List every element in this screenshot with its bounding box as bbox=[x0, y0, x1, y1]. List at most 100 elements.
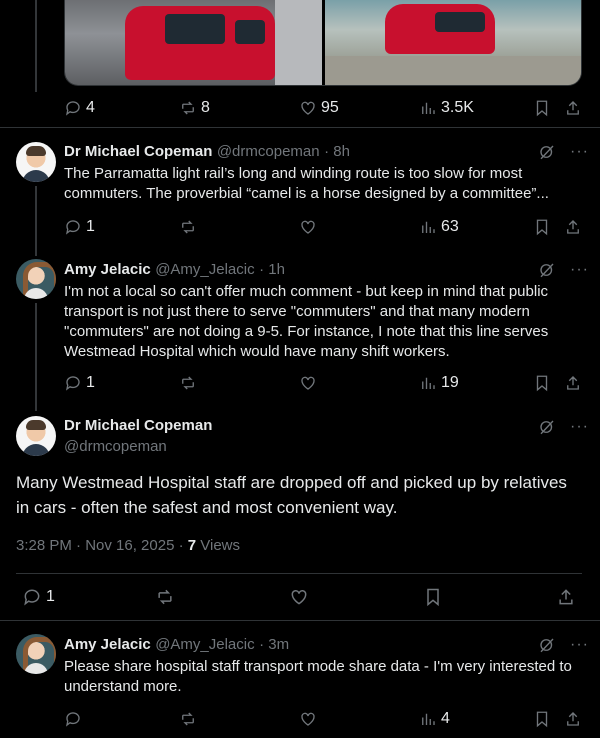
views-button[interactable]: 19 bbox=[419, 374, 459, 392]
thread-line bbox=[35, 186, 37, 256]
bookmark-button[interactable] bbox=[533, 99, 551, 117]
reply-button[interactable]: 1 bbox=[64, 218, 95, 236]
views-button[interactable]: 3.5K bbox=[419, 99, 474, 117]
share-button[interactable] bbox=[564, 218, 582, 236]
main-author-name: Dr Michael Copeman bbox=[64, 417, 212, 435]
like-button[interactable]: 95 bbox=[299, 99, 339, 117]
reply-button[interactable] bbox=[64, 710, 82, 728]
reply-icon bbox=[65, 220, 80, 235]
grok-icon[interactable] bbox=[538, 261, 556, 279]
reply2-header: Amy Jelacic @Amy_Jelacic · 1h bbox=[64, 261, 285, 279]
author-handle[interactable]: @drmcopeman bbox=[64, 438, 167, 455]
post-time[interactable]: · 1h bbox=[259, 261, 285, 278]
like-button[interactable] bbox=[289, 587, 309, 607]
more-options-icon[interactable]: ··· bbox=[570, 419, 589, 435]
avatar[interactable] bbox=[16, 634, 56, 674]
share-icon bbox=[567, 220, 579, 234]
reply-icon bbox=[24, 589, 40, 606]
reply1-header: Dr Michael Copeman @drmcopeman · 8h bbox=[64, 143, 350, 161]
thread-line bbox=[35, 0, 37, 92]
reply3-header: Amy Jelacic @Amy_Jelacic · 3m bbox=[64, 636, 289, 654]
repost-button[interactable]: 8 bbox=[179, 99, 210, 117]
reply-button[interactable]: 1 bbox=[64, 374, 95, 392]
share-button[interactable] bbox=[556, 587, 576, 607]
post-time[interactable]: · 8h bbox=[324, 143, 350, 160]
views-count: 7 bbox=[187, 537, 197, 554]
views-label: Views bbox=[196, 537, 241, 554]
share-button[interactable] bbox=[564, 99, 582, 117]
repost-button[interactable] bbox=[155, 587, 175, 607]
heart-icon bbox=[301, 376, 315, 390]
divider bbox=[0, 620, 600, 621]
heart-icon bbox=[301, 101, 315, 115]
bookmark-icon bbox=[536, 100, 548, 117]
author-name[interactable]: Dr Michael Copeman bbox=[64, 143, 212, 160]
avatar[interactable] bbox=[16, 259, 56, 299]
grok-icon[interactable] bbox=[538, 418, 556, 436]
post-time[interactable]: · 3m bbox=[259, 636, 289, 653]
tweet-media[interactable] bbox=[64, 0, 582, 86]
share-button[interactable] bbox=[564, 710, 582, 728]
reply-button[interactable]: 4 bbox=[64, 99, 95, 117]
grok-icon[interactable] bbox=[538, 636, 556, 654]
author-handle[interactable]: @Amy_Jelacic bbox=[155, 636, 254, 653]
reply-icon bbox=[65, 376, 80, 391]
author-name[interactable]: Amy Jelacic bbox=[64, 636, 151, 653]
author-handle[interactable]: @drmcopeman bbox=[217, 143, 320, 160]
repost-button[interactable] bbox=[179, 374, 197, 392]
main-post-text: Many Westmead Hospital staff are dropped… bbox=[16, 473, 567, 517]
post-meta: 3:28 PM · Nov 16, 2025 · 7 Views bbox=[16, 537, 240, 554]
reply-icon bbox=[65, 712, 80, 727]
share-icon bbox=[567, 101, 579, 115]
repost-button[interactable] bbox=[179, 710, 197, 728]
bookmark-icon bbox=[427, 588, 439, 607]
analytics-icon bbox=[422, 221, 435, 233]
post-timestamp[interactable]: 3:28 PM · Nov 16, 2025 · bbox=[16, 537, 188, 554]
author-handle[interactable]: @Amy_Jelacic bbox=[155, 261, 254, 278]
more-options-icon[interactable]: ··· bbox=[570, 637, 589, 653]
analytics-icon bbox=[422, 377, 435, 389]
more-options-icon[interactable]: ··· bbox=[570, 262, 589, 278]
share-icon bbox=[567, 712, 579, 726]
share-button[interactable] bbox=[564, 374, 582, 392]
reply-button[interactable]: 1 bbox=[22, 587, 55, 607]
bookmark-icon bbox=[536, 711, 548, 728]
repost-icon bbox=[182, 101, 194, 115]
grok-icon[interactable] bbox=[538, 143, 556, 161]
repost-icon bbox=[182, 376, 194, 390]
heart-icon bbox=[291, 589, 307, 605]
like-button[interactable] bbox=[299, 374, 317, 392]
bookmark-button[interactable] bbox=[533, 710, 551, 728]
bookmark-button[interactable] bbox=[423, 587, 443, 607]
main-header-icons: ··· bbox=[538, 418, 589, 436]
views-button[interactable]: 63 bbox=[419, 218, 459, 236]
repost-icon bbox=[158, 589, 172, 605]
reply2-header-icons: ··· bbox=[538, 261, 589, 279]
like-button[interactable] bbox=[299, 218, 317, 236]
tram-photo-right[interactable] bbox=[324, 0, 581, 85]
share-icon bbox=[567, 376, 579, 390]
divider bbox=[16, 573, 582, 574]
views-button[interactable]: 4 bbox=[419, 710, 450, 728]
main-author-handle-wrap: @drmcopeman bbox=[64, 438, 167, 456]
avatar[interactable] bbox=[16, 416, 56, 456]
repost-icon bbox=[182, 712, 194, 726]
bookmark-icon bbox=[536, 219, 548, 236]
share-icon bbox=[559, 589, 573, 605]
author-name[interactable]: Dr Michael Copeman bbox=[64, 417, 212, 434]
reply1-header-icons: ··· bbox=[538, 143, 589, 161]
bookmark-icon bbox=[536, 375, 548, 392]
author-name[interactable]: Amy Jelacic bbox=[64, 261, 151, 278]
tram-photo-left[interactable] bbox=[65, 0, 322, 85]
avatar[interactable] bbox=[16, 142, 56, 182]
bookmark-button[interactable] bbox=[533, 374, 551, 392]
reply-icon bbox=[65, 101, 80, 116]
bookmark-button[interactable] bbox=[533, 218, 551, 236]
more-options-icon[interactable]: ··· bbox=[570, 144, 589, 160]
like-button[interactable] bbox=[299, 710, 317, 728]
thread-line bbox=[35, 303, 37, 411]
analytics-icon bbox=[422, 102, 435, 114]
reply3-header-icons: ··· bbox=[538, 636, 589, 654]
repost-button[interactable] bbox=[179, 218, 197, 236]
repost-icon bbox=[182, 220, 194, 234]
